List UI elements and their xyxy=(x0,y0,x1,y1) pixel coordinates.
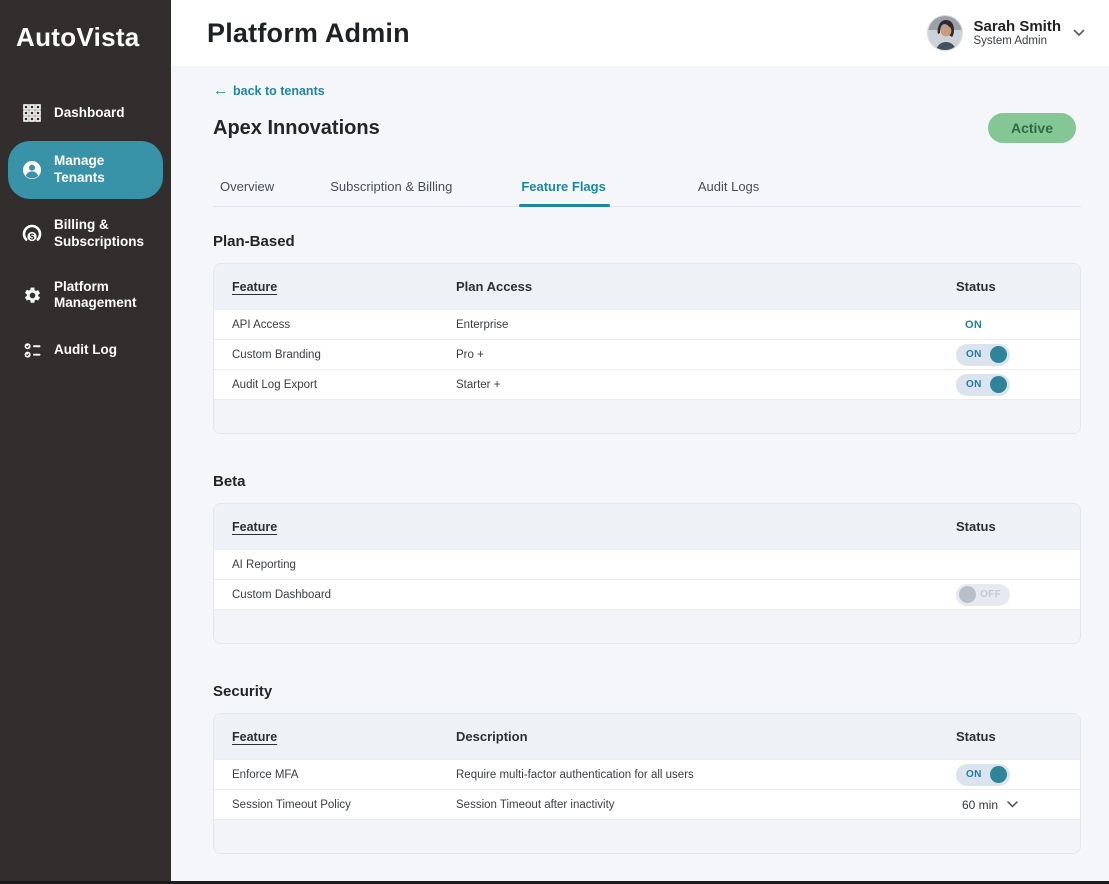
feature-middle-value: Enterprise xyxy=(456,319,956,331)
feature-toggle-on[interactable]: ON xyxy=(956,374,1010,396)
gear-icon xyxy=(22,285,42,305)
top-header: Platform Admin Sarah Smith System Admin xyxy=(171,0,1109,66)
feature-status-cell: ON xyxy=(956,319,1062,331)
user-menu[interactable]: Sarah Smith System Admin xyxy=(927,15,1085,51)
feature-middle-value: Pro + xyxy=(456,349,956,361)
feature-table: Feature Description Status Enforce MFA R… xyxy=(213,713,1081,854)
sidebar-item-dashboard[interactable]: Dashboard xyxy=(8,93,163,133)
feature-status-cell: ON xyxy=(956,344,1062,366)
table-row: API Access Enterprise ON xyxy=(214,309,1080,339)
feature-name: Custom Dashboard xyxy=(232,589,956,601)
svg-text:$: $ xyxy=(30,231,35,241)
feature-name: Enforce MFA xyxy=(232,769,456,781)
column-header-feature[interactable]: Feature xyxy=(232,520,956,534)
table-header-row: Feature Status xyxy=(214,504,1080,549)
feature-name: Custom Branding xyxy=(232,349,456,361)
feature-toggle-on[interactable]: ON xyxy=(956,344,1010,366)
feature-section: Security Feature Description Status Enfo… xyxy=(213,683,1081,854)
table-header-row: Feature Plan Access Status xyxy=(214,264,1080,309)
arrow-left-icon: ← xyxy=(213,83,228,98)
section-title: Security xyxy=(213,683,1081,700)
table-header-row: Feature Description Status xyxy=(214,714,1080,759)
column-header-middle: Plan Access xyxy=(456,279,956,294)
section-title: Beta xyxy=(213,473,1081,490)
sidebar-item-audit-log[interactable]: Audit Log xyxy=(8,330,163,370)
tab-overview[interactable]: Overview xyxy=(220,179,274,206)
feature-name: Session Timeout Policy xyxy=(232,799,456,811)
toggle-knob-icon xyxy=(959,586,976,603)
feature-name: Audit Log Export xyxy=(232,379,456,391)
main-content: ← back to tenants Apex Innovations Activ… xyxy=(171,66,1109,884)
back-to-tenants-link[interactable]: ← back to tenants xyxy=(213,83,325,98)
section-title: Plan-Based xyxy=(213,233,1081,250)
table-row: Custom Branding Pro + ON xyxy=(214,339,1080,369)
chevron-down-icon xyxy=(1073,24,1085,42)
feature-status-cell: ON xyxy=(956,764,1062,786)
tenant-name: Apex Innovations xyxy=(213,117,380,140)
feature-status-cell: 60 min xyxy=(956,798,1062,812)
feature-middle-value: Starter + xyxy=(456,379,956,391)
table-row: Custom Dashboard OFF xyxy=(214,579,1080,609)
status-badge: Active xyxy=(988,113,1076,143)
feature-middle-value: Session Timeout after inactivity xyxy=(456,799,956,811)
toggle-state-label: ON xyxy=(959,379,982,390)
timeout-select[interactable]: 60 min xyxy=(956,798,1018,812)
table-row: Enforce MFA Require multi-factor authent… xyxy=(214,759,1080,789)
feature-status-cell: OFF xyxy=(956,584,1062,606)
sidebar-item-billing-subscriptions[interactable]: $ Billing & Subscriptions xyxy=(8,207,163,261)
status-on-text: ON xyxy=(956,319,982,331)
column-header-feature[interactable]: Feature xyxy=(232,280,456,294)
checklist-icon xyxy=(22,340,42,360)
toggle-knob-icon xyxy=(990,376,1007,393)
feature-section: Beta Feature Status AI Reporting Custom … xyxy=(213,473,1081,644)
column-header-status: Status xyxy=(956,279,1062,294)
toggle-knob-icon xyxy=(990,346,1007,363)
user-name: Sarah Smith xyxy=(973,18,1061,35)
page-title: Platform Admin xyxy=(207,18,410,49)
feature-toggle-on[interactable]: ON xyxy=(956,764,1010,786)
timeout-selected-value: 60 min xyxy=(962,798,998,812)
feature-middle-value: Require multi-factor authentication for … xyxy=(456,769,956,781)
chevron-down-icon xyxy=(1007,801,1018,808)
feature-section: Plan-Based Feature Plan Access Status AP… xyxy=(213,233,1081,434)
table-footer xyxy=(214,609,1080,643)
billing-gauge-icon: $ xyxy=(22,224,42,244)
grid-icon xyxy=(22,103,42,123)
sidebar-nav: Dashboard Manage Tenants $ Billing & Sub… xyxy=(0,89,171,374)
table-footer xyxy=(214,399,1080,433)
user-role: System Admin xyxy=(973,35,1061,48)
column-header-status: Status xyxy=(956,729,1062,744)
brand-logo: AutoVista xyxy=(0,0,171,63)
column-header-feature[interactable]: Feature xyxy=(232,730,456,744)
tab-feature-flags[interactable]: Feature Flags xyxy=(521,179,606,206)
toggle-state-label: ON xyxy=(959,349,982,360)
person-circle-icon xyxy=(22,160,42,180)
column-header-middle: Description xyxy=(456,729,956,744)
table-row: Audit Log Export Starter + ON xyxy=(214,369,1080,399)
tab-subscription-billing[interactable]: Subscription & Billing xyxy=(330,179,452,206)
table-footer xyxy=(214,819,1080,853)
toggle-state-label: OFF xyxy=(980,589,1007,600)
tab-audit-logs[interactable]: Audit Logs xyxy=(698,179,759,206)
feature-status-cell: ON xyxy=(956,374,1062,396)
tab-bar: Overview Subscription & Billing Feature Fl… xyxy=(213,179,1081,207)
user-photo-avatar xyxy=(927,15,963,51)
toggle-knob-icon xyxy=(990,766,1007,783)
tenant-title-row: Apex Innovations Active xyxy=(213,113,1081,143)
table-row: AI Reporting xyxy=(214,549,1080,579)
sidebar-item-manage-tenants[interactable]: Manage Tenants xyxy=(8,141,163,199)
sidebar-item-platform-management[interactable]: Platform Management xyxy=(8,269,163,323)
column-header-status: Status xyxy=(956,519,1062,534)
sidebar: AutoVista Dashboard Manage Tenants $ Bil… xyxy=(0,0,171,884)
feature-name: API Access xyxy=(232,319,456,331)
feature-name: AI Reporting xyxy=(232,559,956,571)
toggle-state-label: ON xyxy=(959,769,982,780)
feature-flag-sections: Plan-Based Feature Plan Access Status AP… xyxy=(213,233,1081,854)
feature-table: Feature Plan Access Status API Access En… xyxy=(213,263,1081,434)
table-row: Session Timeout Policy Session Timeout a… xyxy=(214,789,1080,819)
feature-toggle-off[interactable]: OFF xyxy=(956,584,1010,606)
feature-table: Feature Status AI Reporting Custom Dashb… xyxy=(213,503,1081,644)
